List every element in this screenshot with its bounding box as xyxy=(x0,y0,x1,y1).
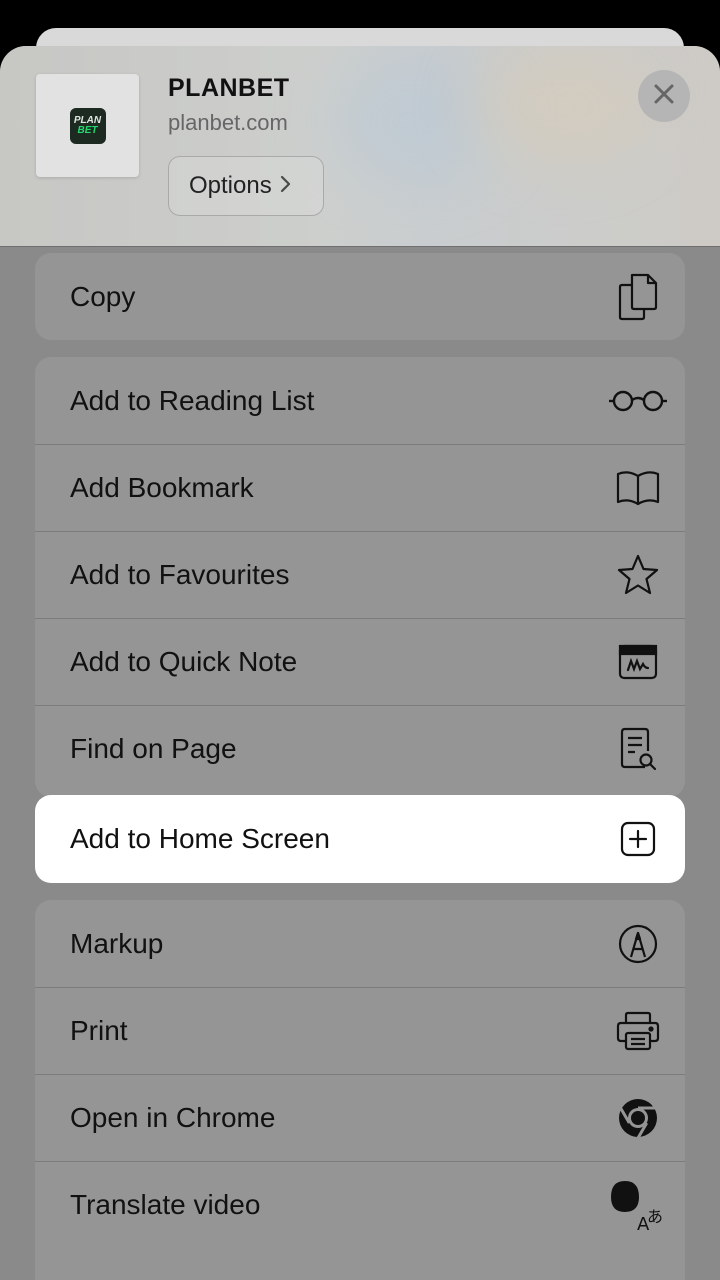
action-translate-video[interactable]: Translate video A あ xyxy=(35,1161,685,1248)
options-label: Options xyxy=(189,172,272,199)
action-label: Open in Chrome xyxy=(70,1102,276,1133)
site-title: PLANBET xyxy=(168,74,290,102)
action-label: Find on Page xyxy=(70,733,237,764)
action-label: Translate video xyxy=(70,1189,261,1220)
chevron-right-icon xyxy=(280,173,292,199)
printer-icon xyxy=(613,1006,663,1056)
action-label: Markup xyxy=(70,927,164,959)
action-label: Add to Favourites xyxy=(70,559,290,590)
book-icon xyxy=(613,463,663,513)
options-button[interactable]: Options xyxy=(168,156,324,216)
action-find-on-page[interactable]: Find on Page xyxy=(35,705,685,792)
find-on-page-icon xyxy=(613,724,663,774)
action-group-more: Markup Print Open in Chrome Translate vi… xyxy=(35,900,685,1280)
action-group-page: Add to Reading List Add Bookmark Add to … xyxy=(35,357,685,797)
action-label: Add to Home Screen xyxy=(70,823,330,854)
chrome-icon xyxy=(613,1093,663,1143)
site-url: planbet.com xyxy=(168,110,288,135)
action-add-to-reading-list[interactable]: Add to Reading List xyxy=(35,357,685,444)
action-label: Add Bookmark xyxy=(70,472,254,503)
copy-icon xyxy=(613,272,663,322)
site-thumbnail: PLAN BET xyxy=(36,74,139,177)
close-button[interactable] xyxy=(638,70,690,122)
close-icon xyxy=(653,83,675,110)
add-square-icon xyxy=(613,814,663,864)
action-label: Add to Quick Note xyxy=(70,646,298,677)
action-group-copy: Copy xyxy=(35,253,685,340)
action-label: Copy xyxy=(70,280,136,312)
markup-pen-icon xyxy=(613,919,663,969)
svg-text:あ: あ xyxy=(647,1207,663,1226)
action-add-bookmark[interactable]: Add Bookmark xyxy=(35,444,685,531)
action-label: Print xyxy=(70,1015,128,1046)
translate-video-icon: A あ xyxy=(611,1180,663,1235)
share-sheet: PLAN BET PLANBET planbet.com Options Cop… xyxy=(0,46,720,1280)
action-print[interactable]: Print xyxy=(35,987,685,1074)
share-sheet-header: PLAN BET PLANBET planbet.com Options xyxy=(0,46,720,247)
action-open-in-chrome[interactable]: Open in Chrome xyxy=(35,1074,685,1161)
action-label: Add to Reading List xyxy=(70,384,315,416)
star-icon xyxy=(613,550,663,600)
action-add-to-home-screen[interactable]: Add to Home Screen xyxy=(35,795,685,883)
quick-note-icon xyxy=(613,637,663,687)
glasses-icon xyxy=(609,376,667,426)
action-copy[interactable]: Copy xyxy=(35,253,685,340)
action-markup[interactable]: Markup xyxy=(35,900,685,987)
action-add-to-quick-note[interactable]: Add to Quick Note xyxy=(35,618,685,705)
action-add-to-favourites[interactable]: Add to Favourites xyxy=(35,531,685,618)
planbet-logo: PLAN BET xyxy=(69,107,106,144)
